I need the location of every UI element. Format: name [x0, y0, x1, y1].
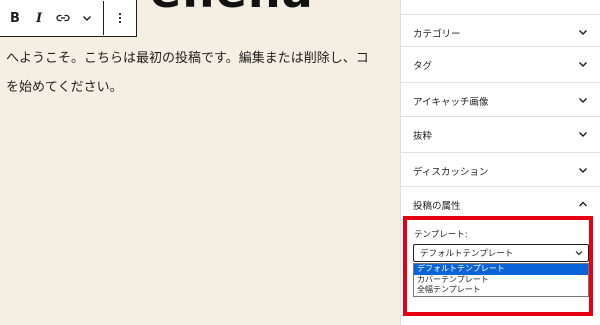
italic-button[interactable]: I	[27, 3, 51, 33]
chevron-down-icon	[575, 251, 583, 256]
more-formatting-button[interactable]	[75, 3, 99, 33]
panel-categories[interactable]: カテゴリー	[401, 14, 600, 50]
chevron-down-icon	[577, 27, 589, 39]
template-option-cover[interactable]: カバーテンプレート	[414, 275, 588, 286]
panel-discussion[interactable]: ディスカッション	[401, 152, 600, 188]
panel-label: アイキャッチ画像	[413, 96, 489, 108]
template-option-default[interactable]: デフォルトテンプレート	[414, 264, 588, 275]
panel-label: 抜粋	[413, 130, 433, 142]
panel-tags[interactable]: タグ	[401, 46, 600, 82]
vertical-ellipsis-icon	[118, 12, 122, 24]
template-select-value: デフォルトテンプレート	[420, 249, 514, 259]
panel-label: タグ	[413, 60, 433, 72]
link-button[interactable]	[51, 3, 75, 33]
editor-canvas: ellena B I	[0, 0, 400, 325]
block-options-button[interactable]	[108, 3, 132, 33]
template-option-full-width[interactable]: 全幅テンプレート	[414, 285, 588, 296]
block-toolbar: B I	[0, 0, 137, 37]
chevron-down-icon	[577, 165, 589, 177]
paragraph-line: へようこそ。こちらは最初の投稿です。編集または削除し、コ	[6, 51, 369, 66]
format-group: B I	[0, 1, 103, 35]
panel-excerpt[interactable]: 抜粋	[401, 116, 600, 152]
paragraph-line: を始めてください。	[6, 80, 123, 95]
chevron-down-icon	[577, 129, 589, 141]
panel-featured-image[interactable]: アイキャッチ画像	[401, 82, 600, 118]
template-select[interactable]: デフォルトテンプレート	[413, 244, 589, 262]
chevron-down-icon	[577, 95, 589, 107]
chevron-down-icon	[83, 16, 91, 21]
options-group	[104, 1, 136, 35]
bold-button[interactable]: B	[3, 3, 27, 33]
panel-label: 投稿の属性	[413, 200, 461, 212]
post-heading-fragment[interactable]: ellena	[150, 0, 314, 18]
panel-label: カテゴリー	[413, 28, 461, 40]
chevron-down-icon	[577, 59, 589, 71]
post-paragraph[interactable]: へようこそ。こちらは最初の投稿です。編集または削除し、コ を始めてください。	[6, 44, 386, 102]
panel-label: ディスカッション	[413, 166, 489, 178]
link-icon	[56, 14, 70, 22]
template-label: テンプレート:	[414, 230, 468, 240]
chevron-up-icon	[577, 199, 589, 211]
template-options-list: デフォルトテンプレート カバーテンプレート 全幅テンプレート	[413, 263, 589, 297]
